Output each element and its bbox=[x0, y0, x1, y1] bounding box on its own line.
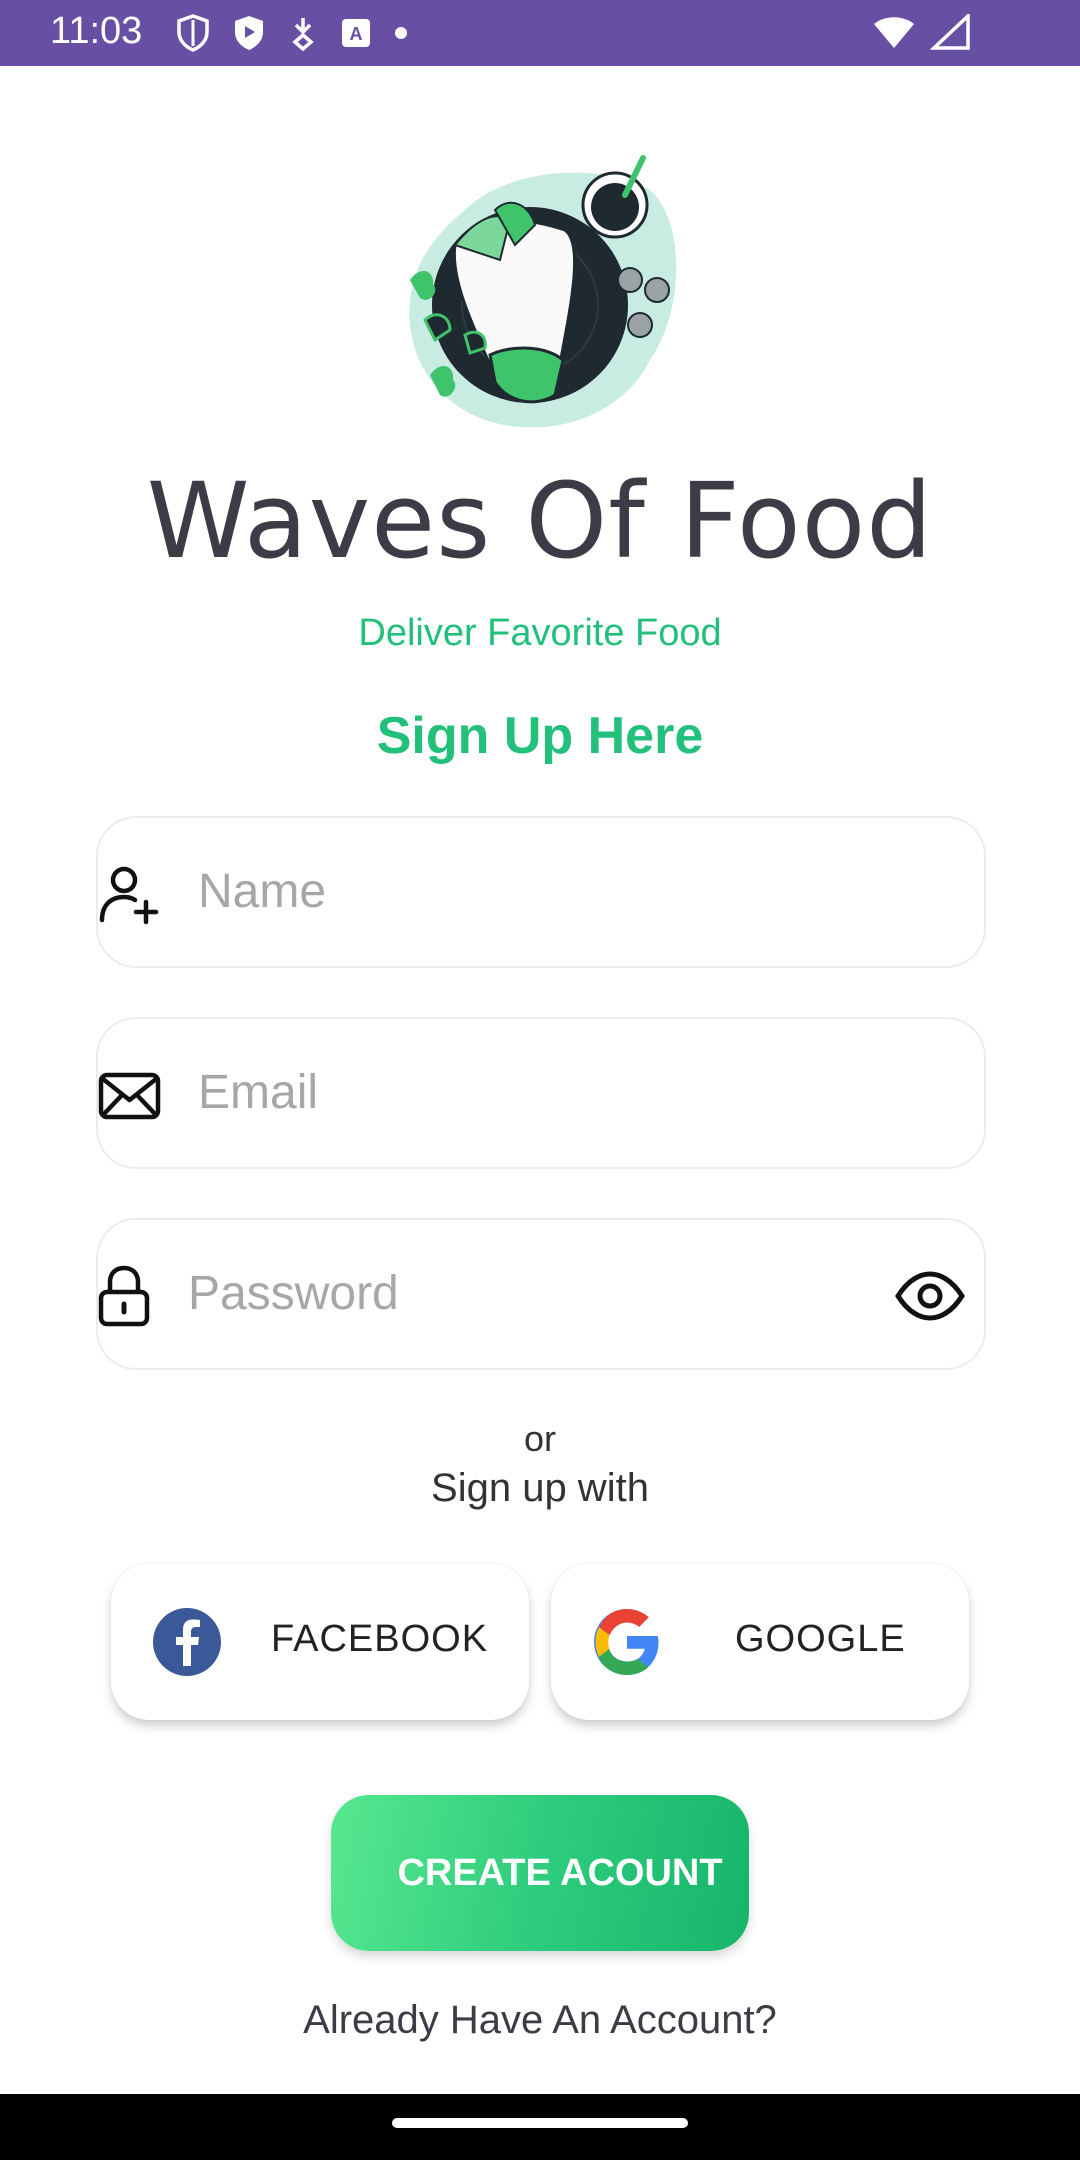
google-label: GOOGLE bbox=[735, 1618, 906, 1660]
create-account-label: CREATE ACOUNT bbox=[397, 1851, 723, 1894]
facebook-icon bbox=[151, 1606, 223, 1678]
mail-icon bbox=[98, 1063, 162, 1127]
wifi-icon bbox=[872, 14, 916, 55]
home-gesture-handle[interactable] bbox=[392, 2118, 688, 2128]
dot-icon bbox=[394, 26, 408, 45]
or-divider: or bbox=[523, 1418, 556, 1459]
email-field[interactable]: Email bbox=[96, 1017, 986, 1169]
eye-icon[interactable] bbox=[894, 1264, 966, 1328]
download-icon bbox=[288, 15, 318, 56]
facebook-button[interactable]: FACEBOOK bbox=[111, 1564, 529, 1720]
create-account-button[interactable]: CREATE ACOUNT bbox=[331, 1795, 749, 1951]
signup-heading: Sign Up Here bbox=[376, 707, 704, 765]
play-protect-icon bbox=[232, 14, 266, 57]
signal-icon bbox=[929, 11, 970, 55]
password-placeholder: Password bbox=[188, 1267, 399, 1320]
google-icon bbox=[591, 1606, 663, 1678]
email-placeholder: Email bbox=[198, 1066, 319, 1119]
status-bar: 11:03 A bbox=[0, 0, 1080, 66]
food-logo-illustration bbox=[395, 150, 685, 440]
add-user-icon bbox=[98, 862, 162, 926]
signup-with-label: Sign up with bbox=[431, 1466, 649, 1510]
navigation-bar bbox=[0, 2094, 1080, 2160]
app-tagline: Deliver Favorite Food bbox=[358, 612, 722, 654]
shield-icon bbox=[176, 14, 210, 57]
status-time: 11:03 bbox=[50, 10, 143, 52]
password-field[interactable]: Password bbox=[96, 1218, 986, 1370]
name-field[interactable]: Name bbox=[96, 816, 986, 968]
svg-text:A: A bbox=[350, 24, 363, 44]
facebook-label: FACEBOOK bbox=[271, 1618, 489, 1660]
accessibility-icon: A bbox=[340, 17, 372, 54]
app-title: Waves Of Food bbox=[146, 460, 934, 582]
lock-icon bbox=[98, 1264, 162, 1328]
google-button[interactable]: GOOGLE bbox=[551, 1564, 969, 1720]
already-have-account-link[interactable]: Already Have An Account? bbox=[0, 1998, 1080, 2043]
name-placeholder: Name bbox=[198, 865, 327, 918]
